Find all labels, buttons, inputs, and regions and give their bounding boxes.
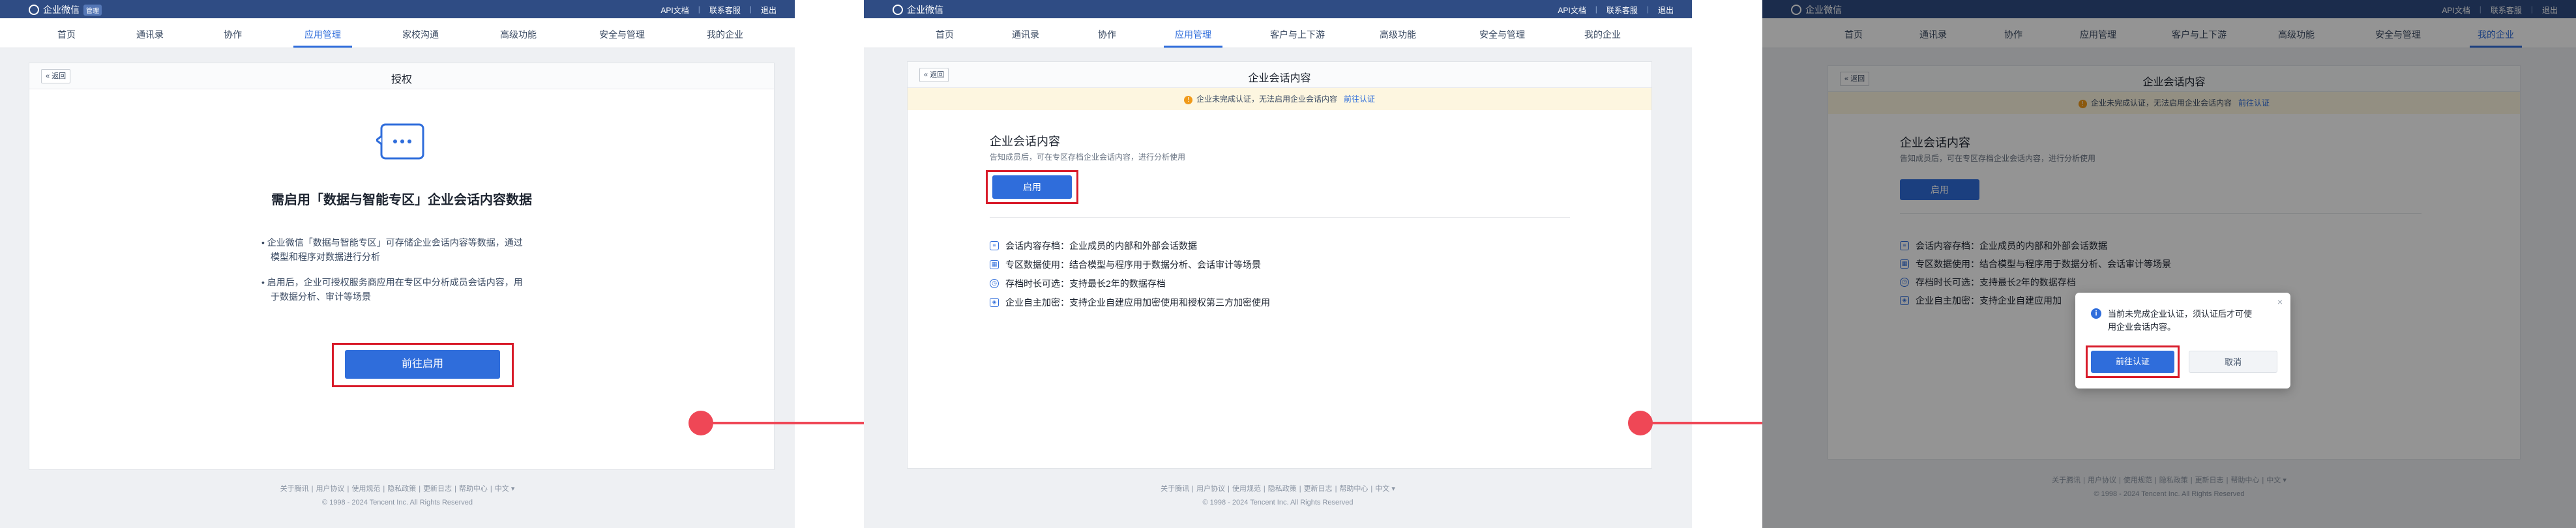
dialog-message: 当前未完成企业认证，须认证后才可使 用企业会话内容。 <box>2108 309 2253 332</box>
feature-archive: ≡ 会话内容存档：企业成员的内部和外部会话数据 <box>990 239 1197 252</box>
app-logo[interactable]: 企业微信 管理 <box>29 3 102 16</box>
screenshot-panel-3: 企业微信 API文档 | 联系客服 | 退出 首页 通讯录 协作 应用管理 客户与上… <box>1762 0 2576 528</box>
go-enable-button[interactable]: 前往启用 <box>345 350 500 379</box>
footer-language-select[interactable]: 中文 ▾ <box>1375 485 1395 493</box>
section-desc: 告知成员后，可在专区存档企业会话内容，进行分析使用 <box>990 153 1186 162</box>
footer-link-about[interactable]: 关于腾讯 <box>280 485 309 493</box>
logout-link[interactable]: 退出 <box>1658 5 1674 16</box>
nav-customers[interactable]: 客户与上下游 <box>1270 28 1325 41</box>
warning-icon: ! <box>1183 96 1192 104</box>
close-icon[interactable]: × <box>2277 297 2283 307</box>
card-header: « 返回 企业会话内容 <box>908 62 1651 88</box>
nav-my-company[interactable]: 我的企业 <box>1584 28 1621 41</box>
page-title: 企业会话内容 <box>1248 73 1311 84</box>
nav-collab[interactable]: 协作 <box>1098 28 1116 41</box>
nav-home[interactable]: 首页 <box>57 28 76 41</box>
footer-link-about[interactable]: 关于腾讯 <box>1161 485 1189 493</box>
feature-data-use: ▦ 专区数据使用：结合模型与程序用于数据分析、会话审计等场景 <box>990 258 1261 271</box>
nav-app-management[interactable]: 应用管理 <box>304 28 341 41</box>
verify-dialog: × i 当前未完成企业认证，须认证后才可使 用企业会话内容。 前往认证 取消 <box>2075 293 2290 389</box>
footer-link-changelog[interactable]: 更新日志 <box>1304 485 1333 493</box>
dialog-confirm-button[interactable]: 前往认证 <box>2091 351 2174 373</box>
archive-icon: ≡ <box>990 241 999 250</box>
nav-my-company[interactable]: 我的企业 <box>707 28 743 41</box>
app-name: 企业微信 <box>43 5 80 15</box>
auth-warning-bar: ! 企业未完成认证，无法启用企业会话内容 前往认证 <box>908 88 1651 110</box>
screenshot-panel-2: 企业微信 API文档 | 联系客服 | 退出 首页 通讯录 协作 应用管理 客户与上… <box>864 0 1692 528</box>
nav-school[interactable]: 家校沟通 <box>402 28 439 41</box>
top-bar: 企业微信 API文档 | 联系客服 | 退出 <box>864 0 1692 18</box>
footer-link-terms[interactable]: 用户协议 <box>316 485 344 493</box>
footer-link-privacy[interactable]: 隐私政策 <box>387 485 416 493</box>
admin-badge: 管理 <box>83 4 102 16</box>
app-name: 企业微信 <box>907 5 943 15</box>
top-links: API文档 | 联系客服 | 退出 <box>660 5 777 16</box>
data-icon: ▦ <box>990 260 999 269</box>
api-docs-link[interactable]: API文档 <box>660 5 688 16</box>
card-header: « 返回 授权 <box>29 63 774 89</box>
main-nav: 首页 通讯录 协作 应用管理 家校沟通 高级功能 安全与管理 我的企业 <box>0 18 795 48</box>
nav-contacts[interactable]: 通讯录 <box>1012 28 1039 41</box>
footer-link-help[interactable]: 帮助中心 <box>459 485 488 493</box>
auth-heading: 需启用「数据与智能专区」企业会话内容数据 <box>271 193 532 207</box>
arrow-line <box>708 422 887 424</box>
nav-active-indicator <box>1164 46 1222 48</box>
contact-support-link[interactable]: 联系客服 <box>1606 5 1638 16</box>
contact-support-link[interactable]: 联系客服 <box>709 5 741 16</box>
top-bar: 企业微信 管理 API文档 | 联系客服 | 退出 <box>0 0 795 18</box>
screenshot-panel-1: 企业微信 管理 API文档 | 联系客服 | 退出 首页 通讯录 协作 应用管理 家校… <box>0 0 795 528</box>
section-title: 企业会话内容 <box>990 135 1060 148</box>
feature-duration: ◷ 存档时长可选：支持最长2年的数据存档 <box>990 277 1166 290</box>
nav-security[interactable]: 安全与管理 <box>1479 28 1525 41</box>
enable-button[interactable]: 启用 <box>992 175 1072 199</box>
footer-link-privacy[interactable]: 隐私政策 <box>1268 485 1297 493</box>
nav-advanced[interactable]: 高级功能 <box>1380 28 1416 41</box>
dialog-cancel-button[interactable]: 取消 <box>2189 351 2277 373</box>
main-nav: 首页 通讯录 协作 应用管理 客户与上下游 高级功能 安全与管理 我的企业 <box>864 18 1692 48</box>
nav-active-indicator <box>293 46 352 48</box>
page-footer: 关于腾讯 | 用户协议 | 使用规范 | 隐私政策 | 更新日志 | 帮助中心 | 中文 ▾ © 199… <box>0 483 795 506</box>
auth-card: « 返回 授权 需启用「数据与智能专区」企业会话内容数据 • 企业微信「数据与智… <box>29 63 775 470</box>
footer-link-rules[interactable]: 使用规范 <box>351 485 380 493</box>
nav-contacts[interactable]: 通讯录 <box>136 28 164 41</box>
session-card: « 返回 企业会话内容 ! 企业未完成认证，无法启用企业会话内容 前往认证 企业会话… <box>907 61 1652 469</box>
logout-link[interactable]: 退出 <box>761 5 777 16</box>
page-footer: 关于腾讯 | 用户协议 | 使用规范 | 隐私政策 | 更新日志 | 帮助中心 | 中文 ▾ © 199… <box>864 483 1692 506</box>
nav-home[interactable]: 首页 <box>936 28 954 41</box>
footer-language-select[interactable]: 中文 ▾ <box>495 485 515 493</box>
footer-link-terms[interactable]: 用户协议 <box>1196 485 1225 493</box>
clock-icon: ◷ <box>990 279 999 288</box>
footer-link-help[interactable]: 帮助中心 <box>1339 485 1368 493</box>
nav-security[interactable]: 安全与管理 <box>599 28 645 41</box>
go-verify-link[interactable]: 前往认证 <box>1344 95 1375 104</box>
footer-link-changelog[interactable]: 更新日志 <box>423 485 452 493</box>
footer-link-rules[interactable]: 使用规范 <box>1232 485 1261 493</box>
info-icon: i <box>2091 308 2101 319</box>
warning-text: 企业未完成认证，无法启用企业会话内容 <box>1196 95 1337 104</box>
nav-advanced[interactable]: 高级功能 <box>500 28 537 41</box>
copyright: © 1998 - 2024 Tencent Inc. All Rights Re… <box>321 499 473 506</box>
divider <box>990 217 1570 218</box>
app-logo[interactable]: 企业微信 <box>893 3 943 16</box>
logo-icon <box>893 5 903 15</box>
modal-overlay[interactable] <box>1762 0 2576 528</box>
copyright: © 1998 - 2024 Tencent Inc. All Rights Re… <box>1202 499 1354 506</box>
logo-icon <box>29 5 39 15</box>
page-title: 授权 <box>391 74 412 85</box>
nav-app-management[interactable]: 应用管理 <box>1175 28 1211 41</box>
nav-collab[interactable]: 协作 <box>224 28 242 41</box>
feature-encryption: ◈ 企业自主加密：支持企业自建应用加密使用和授权第三方加密使用 <box>990 296 1270 309</box>
api-docs-link[interactable]: API文档 <box>1558 5 1586 16</box>
shield-icon: ◈ <box>990 298 999 307</box>
bullet-2: • 启用后，企业可授权服务商应用在专区中分析成员会话内容，用 于数据分析、审计等… <box>261 277 523 302</box>
bullet-1: • 企业微信「数据与智能专区」可存储企业会话内容等数据，通过 模型和程序对数据进… <box>261 237 523 262</box>
top-links: API文档 | 联系客服 | 退出 <box>1558 5 1674 16</box>
chat-bubble-icon <box>376 123 424 160</box>
